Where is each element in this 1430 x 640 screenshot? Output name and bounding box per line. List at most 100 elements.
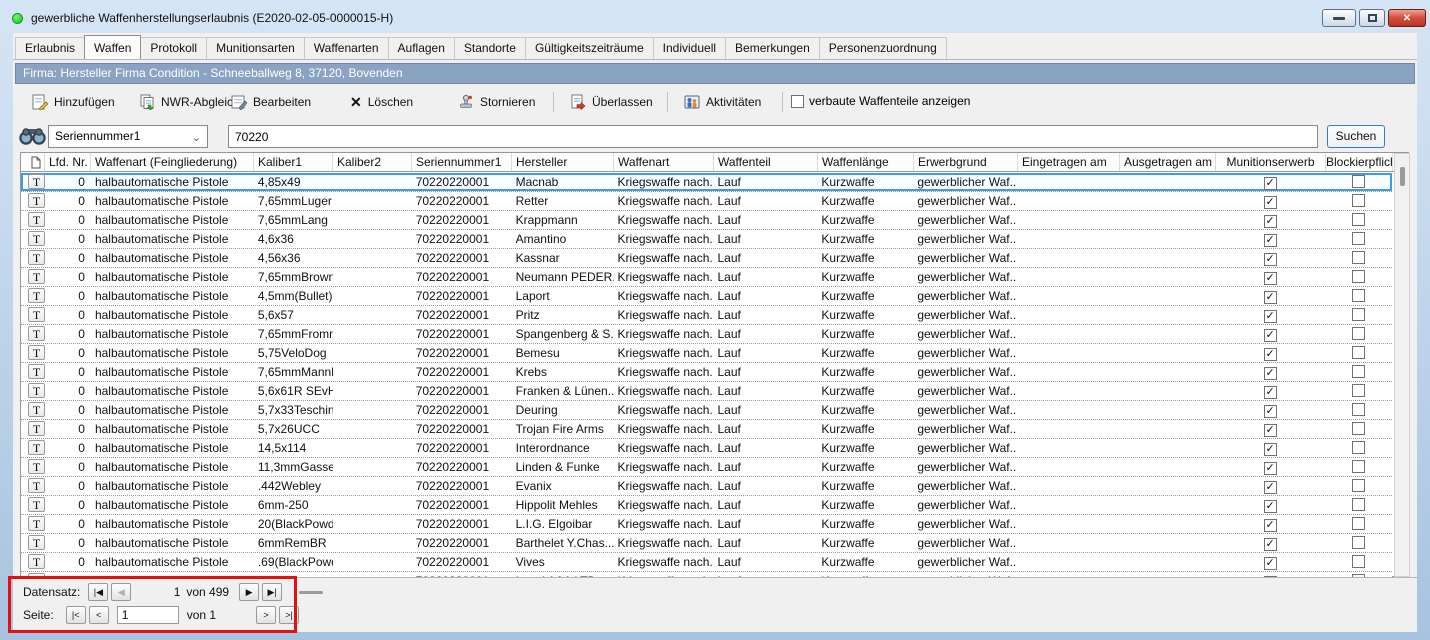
tab-gueltigkeitszeitraeume[interactable]: Gültigkeitszeiträume xyxy=(525,37,654,59)
table-row[interactable]: T0halbautomatische Pistole4,6x3670220220… xyxy=(21,230,1392,249)
type-marker-button[interactable]: T xyxy=(28,231,45,246)
munitionserwerb-checkbox[interactable]: ✓ xyxy=(1264,310,1277,323)
munitionserwerb-checkbox[interactable]: ✓ xyxy=(1264,424,1277,437)
tab-waffen[interactable]: Waffen xyxy=(84,35,141,59)
next-page-button[interactable]: > xyxy=(256,606,276,624)
munitionserwerb-checkbox[interactable]: ✓ xyxy=(1264,253,1277,266)
table-row[interactable]: T0halbautomatische Pistole4,56x367022022… xyxy=(21,249,1392,268)
munitionserwerb-checkbox[interactable]: ✓ xyxy=(1264,519,1277,532)
tab-auflagen[interactable]: Auflagen xyxy=(388,37,455,59)
column-header-waffenteil[interactable]: Waffenteil xyxy=(714,153,818,171)
munitionserwerb-checkbox[interactable]: ✓ xyxy=(1264,462,1277,475)
table-row[interactable]: T0halbautomatische Pistole5,7x26UCC70220… xyxy=(21,420,1392,439)
type-marker-button[interactable]: T xyxy=(28,421,45,436)
column-header-hersteller[interactable]: Hersteller xyxy=(512,153,614,171)
blockierpflicht-checkbox[interactable] xyxy=(1352,441,1365,454)
blockierpflicht-checkbox[interactable] xyxy=(1352,422,1365,435)
verbaute-waffenteile-checkbox[interactable]: verbaute Waffenteile anzeigen xyxy=(791,94,970,108)
blockierpflicht-checkbox[interactable] xyxy=(1352,308,1365,321)
blockierpflicht-checkbox[interactable] xyxy=(1352,289,1365,302)
type-marker-button[interactable]: T xyxy=(28,440,45,455)
stornieren-button[interactable]: Stornieren xyxy=(454,90,539,114)
first-record-button[interactable]: |◀ xyxy=(88,583,108,601)
munitionserwerb-checkbox[interactable]: ✓ xyxy=(1264,557,1277,570)
blockierpflicht-checkbox[interactable] xyxy=(1352,517,1365,530)
table-row[interactable]: T0halbautomatische Pistole14,5x114702202… xyxy=(21,439,1392,458)
ueberlassen-button[interactable]: Überlassen xyxy=(566,90,657,114)
type-marker-button[interactable]: T xyxy=(28,554,45,569)
munitionserwerb-checkbox[interactable]: ✓ xyxy=(1264,481,1277,494)
title-bar[interactable]: gewerbliche Waffenherstellungserlaubnis … xyxy=(0,0,1430,33)
column-header-eingetragen-am[interactable]: Eingetragen am xyxy=(1018,153,1120,171)
munitionserwerb-checkbox[interactable]: ✓ xyxy=(1264,500,1277,513)
table-row[interactable]: T0halbautomatische Pistole7,65mmLuger702… xyxy=(21,192,1392,211)
column-header-icon[interactable] xyxy=(21,153,45,171)
column-header-waffenart-feingliederung[interactable]: Waffenart (Feingliederung) xyxy=(91,153,254,171)
search-input[interactable] xyxy=(228,125,1318,148)
type-marker-button[interactable]: T xyxy=(28,269,45,284)
table-row[interactable]: T0halbautomatische Pistole.69(BlackPowde… xyxy=(21,553,1392,572)
munitionserwerb-checkbox[interactable]: ✓ xyxy=(1264,329,1277,342)
munitionserwerb-checkbox[interactable]: ✓ xyxy=(1264,177,1277,190)
type-marker-button[interactable]: T xyxy=(28,250,45,265)
search-field-selector[interactable]: Seriennummer1 ⌄ xyxy=(48,125,208,148)
table-row[interactable]: T0halbautomatische Pistole5,75VeloDog702… xyxy=(21,344,1392,363)
tab-bemerkungen[interactable]: Bemerkungen xyxy=(725,37,820,59)
hinzufuegen-button[interactable]: Hinzufügen xyxy=(28,90,119,114)
scrollbar-thumb[interactable] xyxy=(1400,167,1405,186)
blockierpflicht-checkbox[interactable] xyxy=(1352,194,1365,207)
tab-personenzuordnung[interactable]: Personenzuordnung xyxy=(819,37,947,59)
type-marker-button[interactable]: T xyxy=(28,478,45,493)
column-header-waffenart[interactable]: Waffenart xyxy=(614,153,714,171)
type-marker-button[interactable]: T xyxy=(28,383,45,398)
munitionserwerb-checkbox[interactable]: ✓ xyxy=(1264,443,1277,456)
blockierpflicht-checkbox[interactable] xyxy=(1352,270,1365,283)
previous-page-button[interactable]: < xyxy=(89,606,109,624)
type-marker-button[interactable]: T xyxy=(28,212,45,227)
blockierpflicht-checkbox[interactable] xyxy=(1352,213,1365,226)
type-marker-button[interactable]: T xyxy=(28,345,45,360)
type-marker-button[interactable]: T xyxy=(28,326,45,341)
table-row[interactable]: T0halbautomatische Pistole11,3mmGasserNo… xyxy=(21,458,1392,477)
tab-protokoll[interactable]: Protokoll xyxy=(140,37,207,59)
column-header-ausgetragen-am[interactable]: Ausgetragen am xyxy=(1120,153,1216,171)
blockierpflicht-checkbox[interactable] xyxy=(1352,346,1365,359)
munitionserwerb-checkbox[interactable]: ✓ xyxy=(1264,348,1277,361)
column-header-kaliber1[interactable]: Kaliber1 xyxy=(254,153,333,171)
blockierpflicht-checkbox[interactable] xyxy=(1352,384,1365,397)
type-marker-button[interactable]: T xyxy=(28,288,45,303)
last-record-button[interactable]: ▶| xyxy=(262,583,282,601)
next-record-button[interactable]: ▶ xyxy=(239,583,259,601)
tab-waffenarten[interactable]: Waffenarten xyxy=(304,37,389,59)
munitionserwerb-checkbox[interactable]: ✓ xyxy=(1264,196,1277,209)
minimize-button[interactable] xyxy=(1322,9,1356,27)
tab-standorte[interactable]: Standorte xyxy=(454,37,526,59)
blockierpflicht-checkbox[interactable] xyxy=(1352,327,1365,340)
table-row[interactable]: T0halbautomatische Pistole20(BlackPowder… xyxy=(21,515,1392,534)
column-header-lfd-nr[interactable]: Lfd. Nr. xyxy=(45,153,91,171)
type-marker-button[interactable]: T xyxy=(28,307,45,322)
blockierpflicht-checkbox[interactable] xyxy=(1352,555,1365,568)
blockierpflicht-checkbox[interactable] xyxy=(1352,498,1365,511)
column-header-seriennummer1[interactable]: Seriennummer1 xyxy=(412,153,512,171)
suchen-button[interactable]: Suchen xyxy=(1327,125,1385,148)
last-page-button[interactable]: >| xyxy=(279,606,299,624)
table-row[interactable]: T0halbautomatische Pistole5,6x5770220220… xyxy=(21,306,1392,325)
blockierpflicht-checkbox[interactable] xyxy=(1352,479,1365,492)
type-marker-button[interactable]: T xyxy=(28,174,45,189)
type-marker-button[interactable]: T xyxy=(28,459,45,474)
type-marker-button[interactable]: T xyxy=(28,497,45,512)
column-header-erwerbgrund[interactable]: Erwerbgrund xyxy=(914,153,1018,171)
close-button[interactable]: ✕ xyxy=(1388,9,1426,27)
type-marker-button[interactable]: T xyxy=(28,402,45,417)
table-row[interactable]: T0halbautomatische Pistole5,7x33Tesching… xyxy=(21,401,1392,420)
table-row[interactable]: T0halbautomatische Pistole7,65mmFrommer7… xyxy=(21,325,1392,344)
blockierpflicht-checkbox[interactable] xyxy=(1352,403,1365,416)
blockierpflicht-checkbox[interactable] xyxy=(1352,175,1365,188)
munitionserwerb-checkbox[interactable]: ✓ xyxy=(1264,386,1277,399)
table-row[interactable]: T0halbautomatische Pistole7,65mmMannl702… xyxy=(21,363,1392,382)
type-marker-button[interactable]: T xyxy=(28,516,45,531)
column-header-waffenlaenge[interactable]: Waffenlänge xyxy=(818,153,914,171)
munitionserwerb-checkbox[interactable]: ✓ xyxy=(1264,272,1277,285)
maximize-button[interactable] xyxy=(1359,9,1385,27)
